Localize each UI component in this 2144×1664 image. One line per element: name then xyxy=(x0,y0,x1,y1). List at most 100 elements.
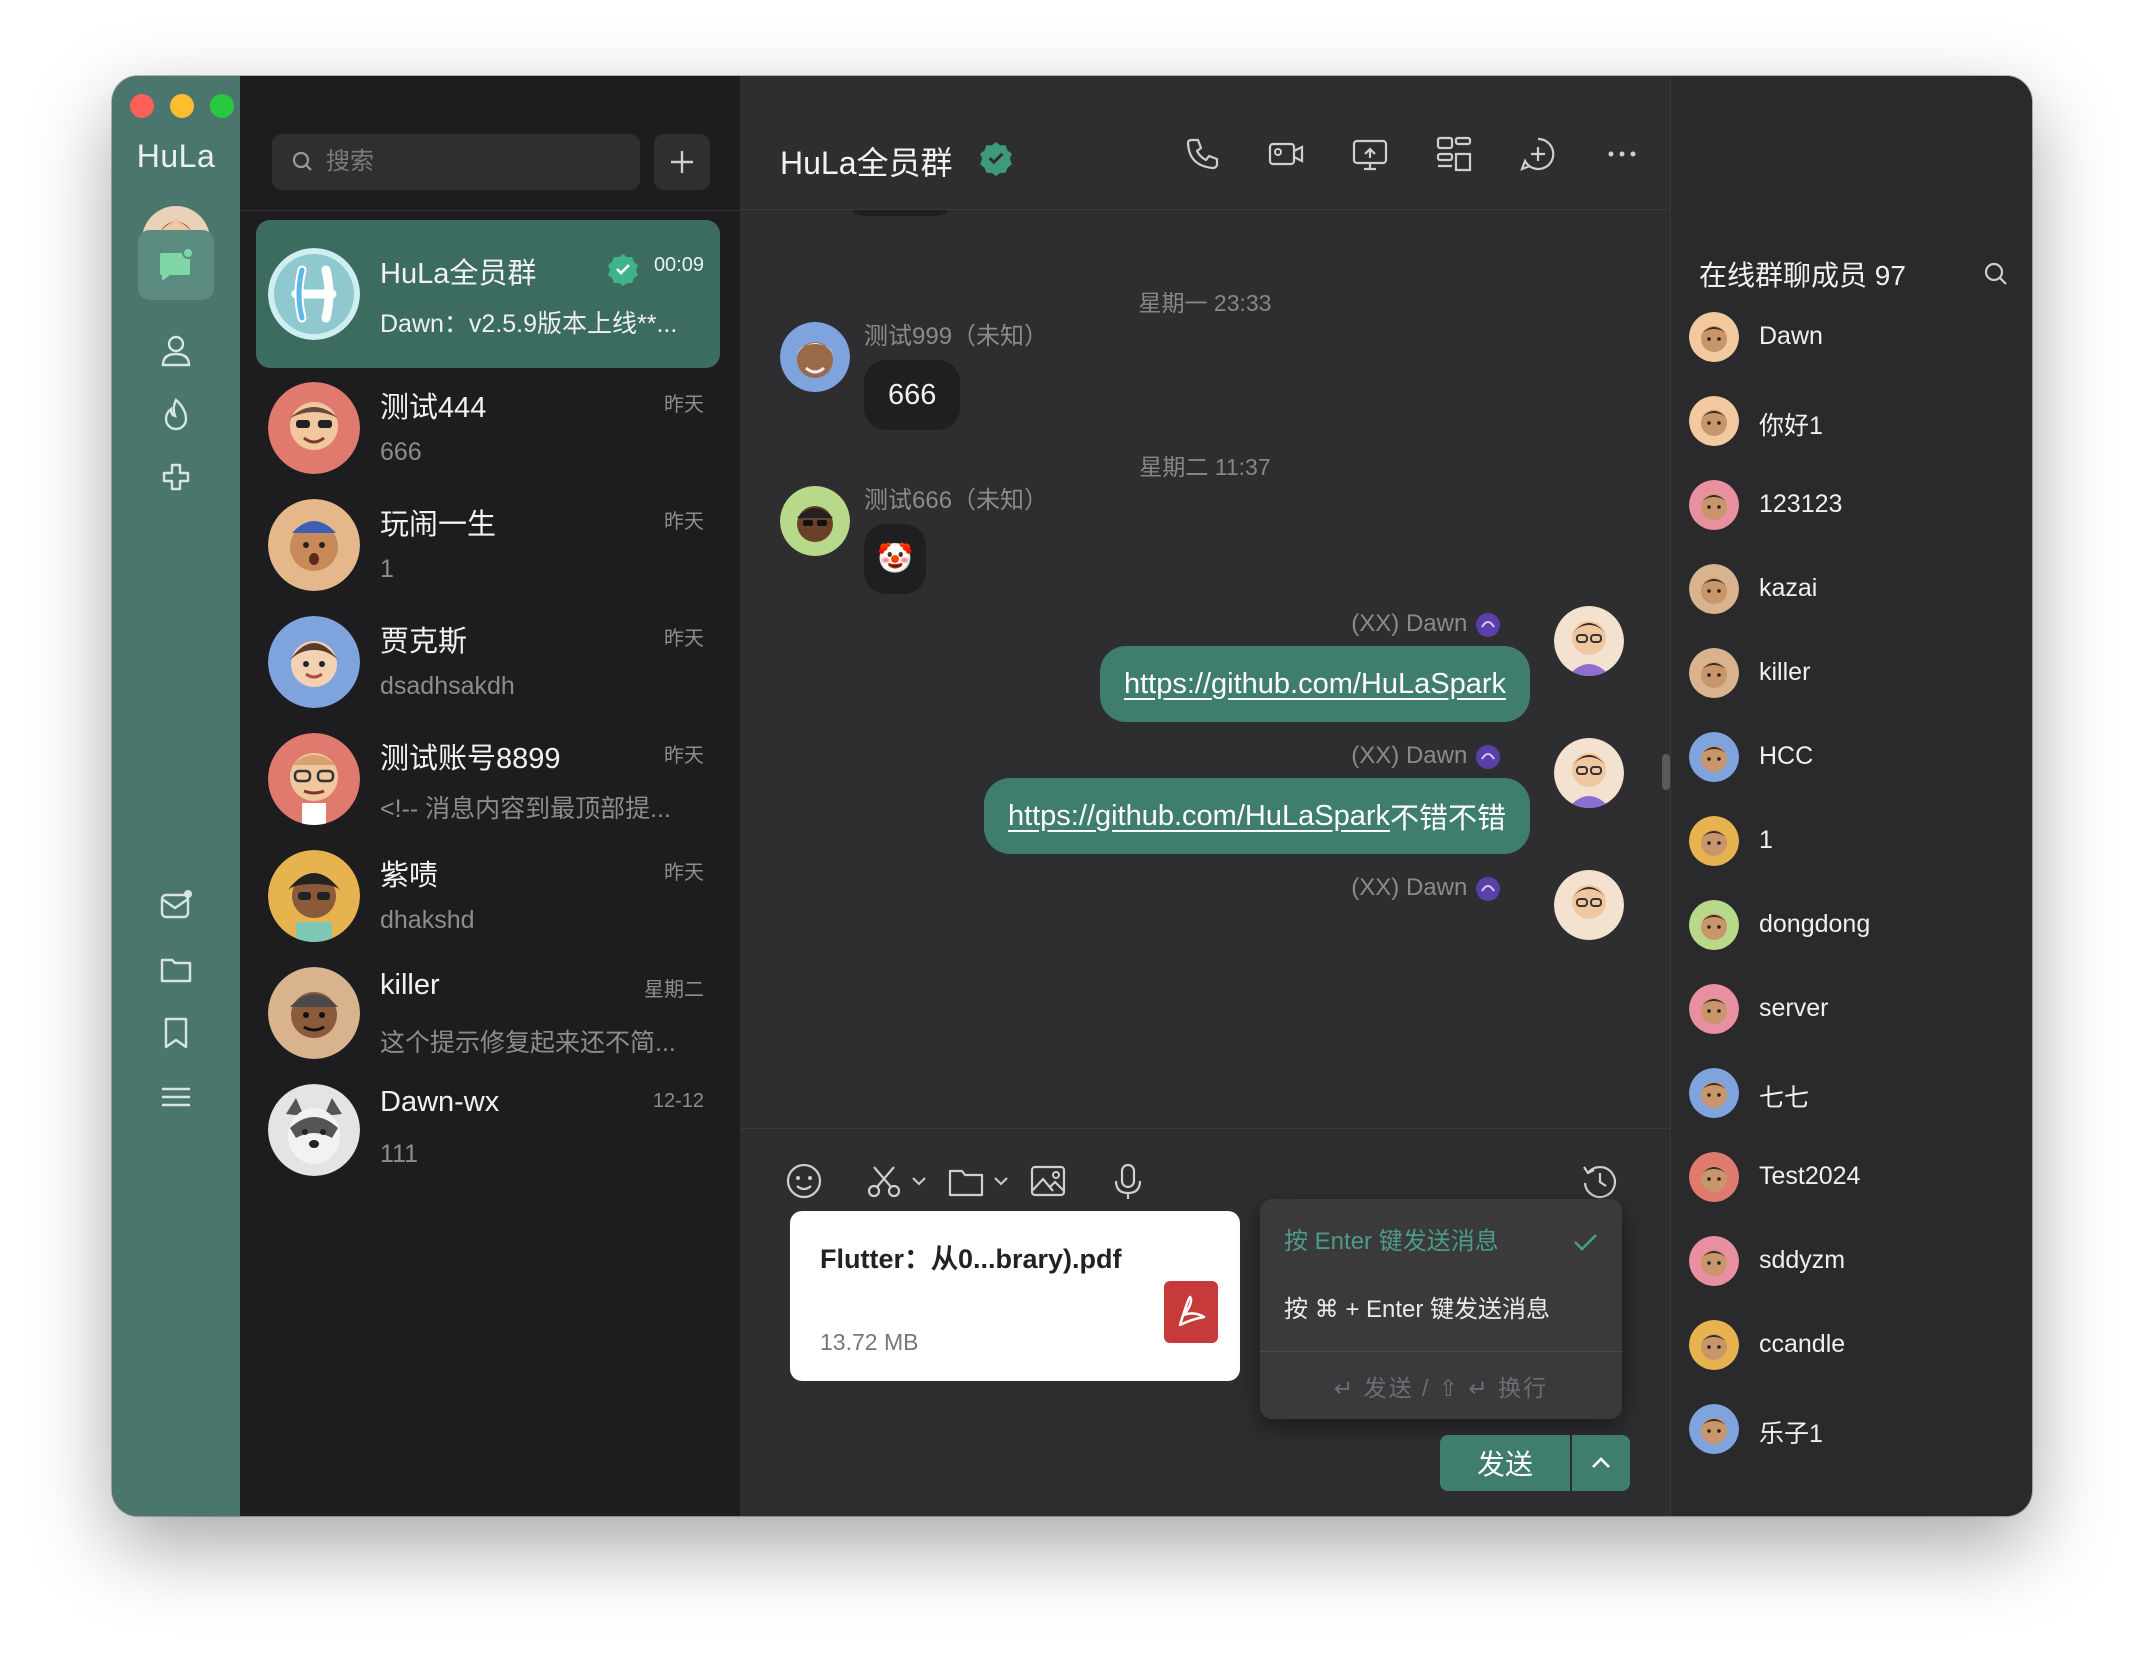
flame-icon xyxy=(164,398,188,431)
conversation-item[interactable]: HuLa全员群 00:09 Dawn：v2.5.9版本上线**... xyxy=(256,220,720,368)
maximize-window-button[interactable] xyxy=(210,94,234,118)
hamburger-menu-icon xyxy=(162,1087,190,1107)
screenshot-button[interactable] xyxy=(864,1157,928,1205)
voice-button[interactable] xyxy=(1108,1157,1148,1205)
avatar xyxy=(1689,816,1739,866)
avatar xyxy=(1689,984,1739,1034)
history-button[interactable] xyxy=(1580,1157,1620,1205)
member-item[interactable]: Dawn xyxy=(1689,306,2019,366)
avatar xyxy=(1689,1236,1739,1286)
plus-icon xyxy=(671,151,693,173)
member-name: HCC xyxy=(1759,742,1814,770)
close-window-button[interactable] xyxy=(130,94,154,118)
add-button[interactable] xyxy=(654,134,710,190)
screen-share-icon xyxy=(1352,139,1388,171)
conversation-item[interactable]: Dawn-wx 12-12 111 xyxy=(256,1056,720,1204)
app-name: HuLa xyxy=(136,138,216,174)
chat-title: HuLa全员群 xyxy=(780,145,953,181)
conversation-time: 昨天 xyxy=(664,745,704,767)
nav-messages[interactable] xyxy=(138,230,214,300)
member-item[interactable]: sddyzm xyxy=(1689,1230,2019,1290)
message-bubble[interactable]: https://github.com/HuLaSpark xyxy=(1099,646,1530,722)
sender-name: (XX) Dawn xyxy=(1351,610,1468,637)
timestamp: 星期一 23:33 xyxy=(1138,290,1272,316)
add-circle-icon xyxy=(1520,137,1555,171)
video-call-button[interactable] xyxy=(1266,134,1306,174)
send-option-cmd-enter[interactable]: 按 ⌘ + Enter 键发送消息 xyxy=(1284,1289,1550,1324)
send-option-enter[interactable]: 按 Enter 键发送消息 xyxy=(1284,1221,1499,1256)
pdf-file-icon xyxy=(1164,1281,1218,1343)
emoji-icon xyxy=(786,1163,822,1199)
search-input[interactable] xyxy=(324,147,628,177)
nav-plugins[interactable] xyxy=(138,444,214,514)
more-button[interactable] xyxy=(1602,134,1642,174)
member-item[interactable]: 1 xyxy=(1689,810,2019,870)
mail-icon xyxy=(160,890,192,919)
conversation-time: 昨天 xyxy=(664,862,704,884)
member-item[interactable]: 乐子1 xyxy=(1689,1398,2019,1458)
member-item[interactable]: 你好1 xyxy=(1689,390,2019,450)
header-actions xyxy=(1182,134,1642,174)
member-name: ccandle xyxy=(1759,1330,1846,1358)
avatar[interactable] xyxy=(1554,870,1624,940)
member-item[interactable]: Test2024 xyxy=(1689,1146,2019,1206)
chat-panel: HuLa全员群 星期一 23:33 测试999（未知） 666 星期二 11:3… xyxy=(740,76,1670,1516)
avatar xyxy=(1689,1068,1739,1118)
message-link[interactable]: https://github.com/HuLaSpark xyxy=(1008,800,1390,833)
avatar[interactable] xyxy=(1554,606,1624,676)
history-icon xyxy=(1583,1165,1617,1199)
conversation-time: 昨天 xyxy=(664,394,704,416)
minimize-window-button[interactable] xyxy=(170,94,194,118)
search-field[interactable] xyxy=(272,134,640,190)
message-bubble[interactable]: 🤡 xyxy=(864,524,926,594)
member-item[interactable]: ccandle xyxy=(1689,1314,2019,1374)
member-item[interactable]: server xyxy=(1689,978,2019,1038)
image-button[interactable] xyxy=(1028,1157,1068,1205)
avatar[interactable] xyxy=(780,486,850,556)
nav-menu[interactable] xyxy=(138,1062,214,1132)
message-bubble[interactable]: 666 xyxy=(864,360,961,430)
avatar xyxy=(1689,564,1739,614)
emoji-button[interactable] xyxy=(784,1157,824,1205)
member-item[interactable]: dongdong xyxy=(1689,894,2019,954)
screen-share-button[interactable] xyxy=(1350,134,1390,174)
nav-bookmarks[interactable] xyxy=(138,998,214,1068)
add-members-button[interactable] xyxy=(1518,134,1558,174)
member-item[interactable]: kazai xyxy=(1689,558,2019,618)
send-options-toggle[interactable] xyxy=(1572,1435,1630,1491)
avatar xyxy=(268,382,360,474)
message-bubble[interactable]: https://github.com/HuLaSpark 不错不错 xyxy=(983,778,1530,854)
nav-mail[interactable] xyxy=(138,870,214,940)
avatar xyxy=(268,499,360,591)
avatar xyxy=(1689,396,1739,446)
conversation-list: HuLa全员群 00:09 Dawn：v2.5.9版本上线**... 测试444… xyxy=(240,76,741,1516)
avatar xyxy=(1689,480,1739,530)
message-link[interactable]: https://github.com/HuLaSpark xyxy=(1124,668,1506,701)
nav-hot[interactable] xyxy=(138,380,214,450)
member-item[interactable]: HCC xyxy=(1689,726,2019,786)
search-icon[interactable] xyxy=(1982,260,2010,288)
conversation-time: 昨天 xyxy=(664,511,704,533)
file-attachment[interactable]: Flutter：从0...brary).pdf 13.72 MB xyxy=(790,1211,1240,1381)
scrollbar[interactable] xyxy=(1662,754,1670,790)
member-name: sddyzm xyxy=(1759,1246,1846,1274)
nav-files[interactable] xyxy=(138,934,214,1004)
send-options-menu: 按 Enter 键发送消息 按 ⌘ + Enter 键发送消息 ↵ 发送 / ⇧… xyxy=(1260,1199,1622,1419)
avatar[interactable] xyxy=(1554,738,1624,808)
phone-call-button[interactable] xyxy=(1182,134,1222,174)
conversation-name: 贾克斯 xyxy=(380,626,468,658)
member-item[interactable]: 123123 xyxy=(1689,474,2019,534)
conversation-preview: Dawn：v2.5.9版本上线**... xyxy=(380,310,678,338)
avatar[interactable] xyxy=(780,322,850,392)
avatar xyxy=(268,1084,360,1176)
remote-assist-button[interactable] xyxy=(1434,134,1474,174)
member-item[interactable]: 七七 xyxy=(1689,1062,2019,1122)
check-icon xyxy=(1574,1234,1597,1251)
puzzle-icon xyxy=(162,463,190,491)
nav-contacts[interactable] xyxy=(138,316,214,386)
message-list[interactable]: 星期一 23:33 测试999（未知） 666 星期二 11:37 测试666（… xyxy=(740,210,1670,1128)
conversation-preview: dsadhsakdh xyxy=(380,672,515,700)
member-item[interactable]: killer xyxy=(1689,642,2019,702)
send-button[interactable]: 发送 xyxy=(1440,1435,1570,1491)
file-button[interactable] xyxy=(946,1157,1010,1205)
